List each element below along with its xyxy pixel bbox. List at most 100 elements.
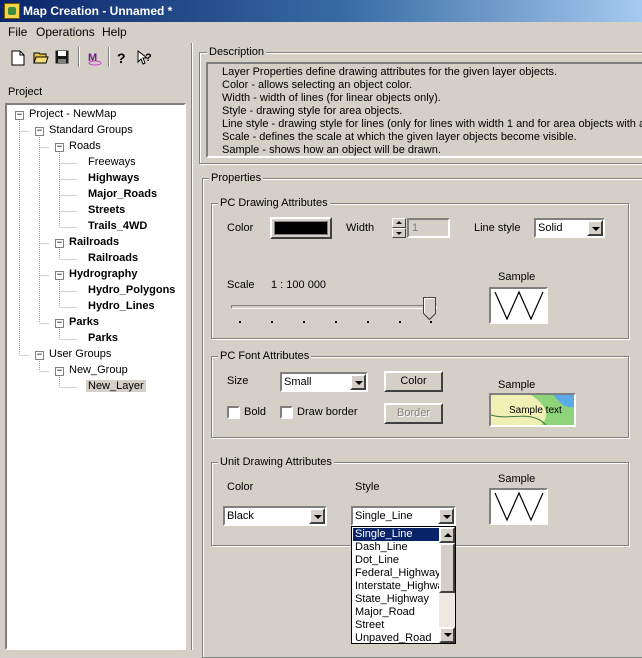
scroll-down-icon[interactable] bbox=[439, 627, 455, 643]
tree-node-major-roads[interactable]: Major_Roads bbox=[88, 188, 157, 200]
tree-node-hydrography[interactable]: Hydrography bbox=[69, 268, 137, 280]
scroll-up-icon[interactable] bbox=[439, 527, 455, 543]
collapse-icon[interactable]: − bbox=[15, 111, 24, 120]
title-bar: Map Creation - Unnamed * bbox=[0, 0, 642, 22]
width-input[interactable]: 1 bbox=[407, 218, 450, 238]
pc-font-label: PC Font Attributes bbox=[218, 350, 312, 362]
dropdown-option[interactable]: Street bbox=[353, 619, 441, 632]
tree-node-parks[interactable]: Parks bbox=[88, 332, 118, 344]
description-line: Layer Properties define drawing attribut… bbox=[222, 66, 558, 78]
unit-color-select[interactable]: Black bbox=[223, 506, 327, 526]
open-folder-icon[interactable] bbox=[30, 47, 52, 69]
toolbar: M ? ? bbox=[0, 43, 190, 71]
draw-border-checkbox[interactable] bbox=[280, 406, 293, 419]
tree-node-user-groups[interactable]: User Groups bbox=[49, 348, 111, 360]
spin-down-icon[interactable] bbox=[392, 228, 406, 238]
size-label: Size bbox=[227, 375, 249, 387]
tree-node-parks-group[interactable]: Parks bbox=[69, 316, 99, 328]
unit-drawing-label: Unit Drawing Attributes bbox=[218, 456, 334, 468]
font-color-button[interactable]: Color bbox=[384, 371, 443, 392]
svg-text:?: ? bbox=[117, 50, 126, 66]
color-label: Color bbox=[227, 222, 254, 234]
pc-drawing-label: PC Drawing Attributes bbox=[218, 197, 330, 209]
dropdown-option[interactable]: Dot_Line bbox=[353, 554, 441, 567]
width-label: Width bbox=[346, 222, 375, 234]
dropdown-option[interactable]: Unpaved_Road bbox=[353, 632, 441, 643]
collapse-icon[interactable]: − bbox=[55, 367, 64, 376]
context-help-icon[interactable]: ? bbox=[134, 47, 156, 69]
tree-lines bbox=[19, 119, 77, 388]
save-icon[interactable] bbox=[52, 47, 74, 69]
collapse-icon[interactable]: − bbox=[55, 319, 64, 328]
slider-tick bbox=[239, 321, 241, 323]
width-value: 1 bbox=[412, 222, 419, 234]
tree-node-railroads[interactable]: Railroads bbox=[88, 252, 138, 264]
description-label: Description bbox=[207, 46, 267, 58]
menu-file[interactable]: File bbox=[8, 25, 27, 39]
spin-up-icon[interactable] bbox=[392, 218, 406, 228]
description-line: Line style - drawing style for lines (on… bbox=[222, 118, 642, 130]
bold-checkbox[interactable] bbox=[227, 406, 240, 419]
dropdown-scrollbar[interactable] bbox=[439, 527, 455, 643]
dropdown-option[interactable]: Federal_Highway bbox=[353, 567, 441, 580]
tree-node-trails-4wd[interactable]: Trails_4WD bbox=[88, 220, 147, 232]
chevron-down-icon[interactable] bbox=[309, 508, 325, 524]
splitter[interactable] bbox=[191, 43, 193, 650]
menu-bar: File Operations Help bbox=[0, 22, 642, 42]
unit-style-dropdown-list[interactable]: Single_Line Dash_Line Dot_Line Federal_H… bbox=[351, 526, 456, 644]
font-sample: Sample text bbox=[489, 393, 576, 427]
dropdown-option[interactable]: Interstate_Highway bbox=[353, 580, 449, 593]
unit-style-select[interactable]: Single_Line bbox=[351, 506, 456, 526]
line-sample bbox=[489, 287, 548, 324]
menu-operations[interactable]: Operations bbox=[36, 25, 95, 39]
properties-label: Properties bbox=[209, 172, 264, 184]
scroll-thumb[interactable] bbox=[439, 543, 455, 593]
tree-node-freeways[interactable]: Freeways bbox=[88, 156, 136, 168]
dropdown-option[interactable]: Major_Road bbox=[353, 606, 441, 619]
window-title: Map Creation - Unnamed * bbox=[23, 4, 173, 18]
tree-node-hydro-polygons[interactable]: Hydro_Polygons bbox=[88, 284, 175, 296]
slider-tick bbox=[430, 321, 432, 323]
collapse-icon[interactable]: − bbox=[35, 127, 44, 136]
tree-node-highways[interactable]: Highways bbox=[88, 172, 139, 184]
slider-tick bbox=[335, 321, 337, 323]
description-line: Width - width of lines (for linear objec… bbox=[222, 92, 441, 104]
draw-border-label: Draw border bbox=[297, 406, 358, 418]
scale-slider-thumb[interactable] bbox=[423, 297, 436, 321]
collapse-icon[interactable]: − bbox=[55, 143, 64, 152]
collapse-icon[interactable]: − bbox=[55, 271, 64, 280]
project-tree[interactable]: − Project - NewMap − Standard Groups − R… bbox=[5, 103, 186, 650]
map-icon[interactable]: M bbox=[84, 47, 106, 69]
unit-sample-label: Sample bbox=[498, 473, 536, 485]
collapse-icon[interactable]: − bbox=[55, 239, 64, 248]
chevron-down-icon[interactable] bbox=[587, 220, 603, 236]
tree-node-new-layer[interactable]: New_Layer bbox=[86, 380, 146, 392]
dropdown-option[interactable]: Single_Line bbox=[353, 528, 441, 541]
new-file-icon[interactable] bbox=[8, 47, 30, 69]
width-spinner[interactable] bbox=[392, 218, 406, 238]
dropdown-option[interactable]: State_Highway bbox=[353, 593, 441, 606]
description-text: Layer Properties define drawing attribut… bbox=[206, 62, 642, 158]
unit-color-value: Black bbox=[227, 510, 254, 522]
font-size-value: Small bbox=[284, 376, 312, 388]
tree-node-new-group[interactable]: New_Group bbox=[69, 364, 128, 376]
dropdown-option[interactable]: Dash_Line bbox=[353, 541, 441, 554]
menu-help[interactable]: Help bbox=[102, 25, 127, 39]
scale-slider-track[interactable] bbox=[231, 305, 437, 309]
tree-node-hydro-lines[interactable]: Hydro_Lines bbox=[88, 300, 155, 312]
tree-node-streets[interactable]: Streets bbox=[88, 204, 125, 216]
tree-node-project[interactable]: Project - NewMap bbox=[29, 108, 116, 120]
unit-style-value: Single_Line bbox=[355, 510, 413, 522]
collapse-icon[interactable]: − bbox=[35, 351, 44, 360]
tree-node-standard-groups[interactable]: Standard Groups bbox=[49, 124, 133, 136]
font-size-select[interactable]: Small bbox=[280, 372, 368, 392]
tree-node-railroads-group[interactable]: Railroads bbox=[69, 236, 119, 248]
chevron-down-icon[interactable] bbox=[350, 374, 366, 390]
line-style-select[interactable]: Solid bbox=[534, 218, 605, 238]
color-picker-button[interactable] bbox=[270, 217, 332, 239]
help-icon[interactable]: ? bbox=[112, 47, 134, 69]
font-sample-label: Sample bbox=[498, 379, 536, 391]
tree-node-roads[interactable]: Roads bbox=[69, 140, 101, 152]
chevron-down-icon[interactable] bbox=[438, 508, 454, 524]
border-button[interactable]: Border bbox=[384, 403, 443, 424]
